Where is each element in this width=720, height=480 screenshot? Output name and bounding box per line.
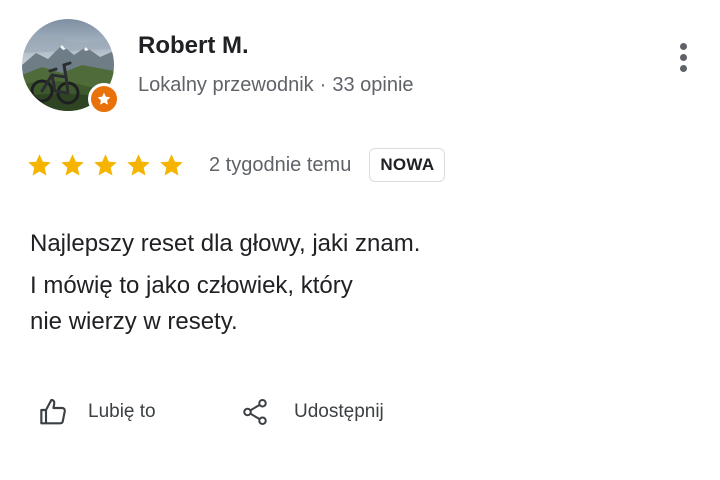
like-label: Lubię to <box>88 401 156 422</box>
local-guide-star-icon <box>97 92 111 105</box>
author-reviews-count: 33 opinie <box>332 74 414 96</box>
star-icon <box>28 153 51 176</box>
author-name[interactable]: Robert M. <box>138 32 249 60</box>
author-role: Lokalny przewodnik <box>138 74 314 96</box>
meta-separator: · <box>319 74 327 96</box>
share-label: Udostępnij <box>294 401 384 422</box>
more-vertical-icon-dot <box>679 64 687 72</box>
review-text: Najlepszy reset dla głowy, jaki znam. I … <box>30 226 670 340</box>
share-icon <box>243 399 267 425</box>
star-icon <box>61 153 84 176</box>
like-button[interactable]: Lubię to <box>38 394 156 430</box>
rating-row: 2 tygodnie temu NOWA <box>26 146 446 184</box>
review-time: 2 tygodnie temu <box>209 153 352 176</box>
share-button[interactable]: Udostępnij <box>240 394 384 430</box>
star-icon <box>160 153 183 176</box>
author-meta[interactable]: Lokalny przewodnik · 33 opinie <box>138 74 414 97</box>
star-rating <box>26 152 185 179</box>
review-line: I mówię to jako człowiek, który <box>30 272 353 299</box>
new-badge: NOWA <box>369 148 446 182</box>
review-line: nie wierzy w resety. <box>30 308 238 335</box>
more-vertical-icon <box>679 42 687 50</box>
author-avatar[interactable] <box>22 19 120 115</box>
star-icon <box>127 153 150 176</box>
thumb-up-icon <box>40 398 66 425</box>
more-options-button[interactable] <box>668 36 698 78</box>
more-vertical-icon-dot <box>679 53 687 61</box>
review-card: Robert M. Lokalny przewodnik · 33 opinie 2… <box>0 0 720 480</box>
review-line: Najlepszy reset dla głowy, jaki znam. <box>30 230 421 257</box>
local-guide-badge <box>88 83 120 115</box>
star-icon <box>94 153 117 176</box>
